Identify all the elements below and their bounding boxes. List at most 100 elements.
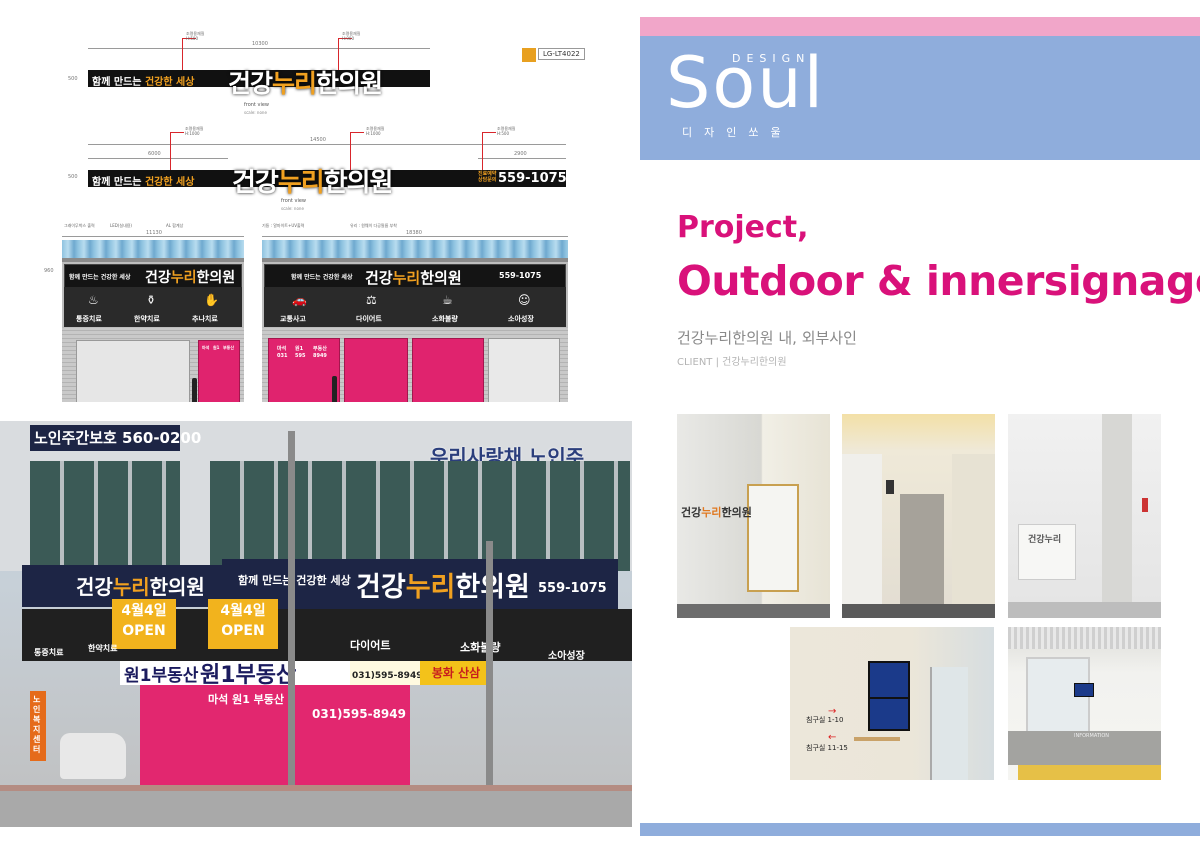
shop-phone: 031)595-8949 bbox=[352, 671, 423, 681]
building-windows bbox=[210, 461, 630, 571]
sign-name-part: 한의원 bbox=[323, 168, 394, 198]
facade-glass bbox=[262, 240, 568, 258]
panel-text: 원1 bbox=[213, 345, 220, 350]
panel-text: 부동산 bbox=[223, 345, 235, 350]
leader-note: H:500 bbox=[497, 131, 509, 136]
arrow-right-icon: → bbox=[828, 706, 837, 717]
window bbox=[1026, 657, 1090, 741]
wall-shelf bbox=[854, 737, 900, 741]
interior-photo-information: INFORMATION bbox=[1008, 627, 1161, 780]
leader-line bbox=[482, 132, 496, 133]
service-label: 다이어트 bbox=[356, 315, 382, 323]
sign-phone-caption: 진료예약 상담문의 bbox=[478, 171, 496, 183]
dimension-line bbox=[88, 48, 430, 49]
utility-pole bbox=[486, 541, 493, 803]
facade-left: 함께 만드는 건강한 세상 건강누리한의원 ♨ ⚱ ✋ 통증치료 한약치료 추나… bbox=[62, 240, 244, 402]
road bbox=[0, 791, 632, 827]
view-scale: scale: none bbox=[281, 206, 304, 211]
facade-slogan: 함께 만드는 건강한 세상 bbox=[69, 272, 130, 281]
leader-line bbox=[170, 132, 171, 172]
sign-name-part: 한의원 bbox=[316, 69, 383, 98]
facade-slogan: 함께 만드는 건강한 세상 bbox=[291, 272, 352, 281]
service-label: 다이어트 bbox=[350, 639, 391, 652]
dimension-height: 500 bbox=[68, 174, 78, 180]
direction-sign-icon bbox=[1142, 498, 1148, 512]
leader-note: H:900 bbox=[342, 36, 354, 41]
service-label: 한약치료 bbox=[88, 644, 118, 653]
interior-photo-directory: 침구실 1-10 침구실 11-15 → ← bbox=[790, 627, 994, 780]
facade-note: LED(실내용) bbox=[110, 223, 132, 228]
desk-label: INFORMATION bbox=[1074, 733, 1110, 739]
ceiling-louver bbox=[1008, 627, 1161, 649]
project-title-line2: Outdoor & innersignage bbox=[677, 257, 1200, 305]
phone-caption-line: 상담문의 bbox=[478, 177, 497, 183]
child-growth-icon: ☺ bbox=[518, 293, 531, 307]
facade-cornice bbox=[62, 258, 244, 262]
dimension-line bbox=[62, 236, 244, 237]
facade-sign: 함께 만드는 건강한 세상 건강누리한의원 bbox=[64, 264, 242, 288]
monitor bbox=[868, 697, 910, 731]
diet-icon: ⚖ bbox=[366, 293, 377, 307]
directory-line: 침구실 1-10 bbox=[806, 716, 844, 724]
rooftop-sign-text: 노인주간보호 560-0200 bbox=[34, 429, 202, 447]
facade-note: 기둥 : 알마이트+UV출력 bbox=[262, 223, 305, 228]
panel-text: 마석 bbox=[202, 345, 210, 350]
sign-slogan-prefix: 함께 만드는 bbox=[92, 177, 145, 188]
name-part: 건강 bbox=[76, 575, 113, 599]
massage-icon: ♨ bbox=[88, 293, 99, 307]
service-label: 추나치료 bbox=[192, 315, 218, 323]
name-part: 한의원 bbox=[149, 575, 205, 599]
arrow-left-icon: ← bbox=[828, 732, 837, 743]
facade-service-band: 🚗 ⚖ ☕ ☺ 교통사고 다이어트 소화불량 소아성장 bbox=[264, 287, 566, 327]
service-label: 교통사고 bbox=[280, 315, 306, 323]
dimension-line bbox=[88, 144, 566, 145]
project-client: CLIENT | 건강누리한의원 bbox=[677, 357, 787, 368]
shop-name: 마석 원1 부동산 bbox=[208, 693, 285, 706]
pink-window-panel: 마석 원1 부동산 bbox=[198, 340, 240, 402]
realty-sign-text: 원1부동산 bbox=[124, 666, 199, 686]
room-plate-icon bbox=[886, 480, 894, 494]
wall-sign-part: 건강 bbox=[681, 506, 702, 519]
floor bbox=[842, 604, 995, 618]
facade-name-part: 한의원 bbox=[420, 269, 462, 287]
glass-door bbox=[747, 484, 799, 592]
facade-slogan-bold: 건강한 세상 bbox=[322, 274, 353, 281]
facade-slogan-prefix: 함께 만드는 bbox=[291, 274, 323, 281]
material-code-badge: LG-LT4022 bbox=[538, 48, 585, 60]
pink-window-panel: 마석 원1 부동산 031 595 8949 bbox=[268, 338, 340, 402]
chiropractic-icon: ✋ bbox=[204, 293, 219, 307]
person-silhouette bbox=[332, 376, 337, 402]
facade-right: 함께 만드는 건강한 세상 건강누리한의원 559-1075 🚗 ⚖ ☕ ☺ 교… bbox=[262, 240, 568, 402]
view-caption: front view bbox=[244, 102, 269, 108]
left-page: 10300 조명용재질 H:500 조명용재질 H:900 500 LG-LT4… bbox=[0, 0, 632, 849]
right-page: DESIGN Soul 디자인쏘울 Project, Outdoor & inn… bbox=[632, 0, 1200, 849]
leader-note: H:1000 bbox=[366, 131, 381, 136]
yellow-seating bbox=[1018, 765, 1161, 780]
sign-slogan: 함께 만드는 건강한 세상 bbox=[92, 73, 194, 88]
service-label: 통증치료 bbox=[76, 315, 102, 323]
dimension-right: 2900 bbox=[514, 151, 527, 157]
project-title-line1: Project, bbox=[677, 210, 809, 245]
floor bbox=[1008, 602, 1161, 618]
pink-window-panel bbox=[344, 338, 408, 402]
dimension-total: 10300 bbox=[252, 41, 268, 47]
sign-slogan: 함께 만드는 건강한 세상 bbox=[92, 173, 194, 188]
facade-note: AL 합계상 bbox=[166, 223, 184, 228]
car-accident-icon: 🚗 bbox=[292, 293, 307, 307]
view-scale: scale: none bbox=[244, 110, 267, 115]
monitor bbox=[868, 661, 910, 699]
slogan-bold: 건강한 세상 bbox=[296, 574, 351, 587]
opening-banner: 4월4일 OPEN bbox=[112, 599, 176, 649]
dimension-line bbox=[262, 236, 568, 237]
facade-clinic-name: 건강누리한의원 bbox=[145, 267, 235, 287]
service-label: 소아성장 bbox=[548, 651, 585, 662]
nursing-sign-text: 노인복지센터 bbox=[33, 695, 41, 754]
main-clinic-name: 건강누리한의원 bbox=[356, 565, 530, 604]
service-label: 소화불량 bbox=[460, 641, 501, 654]
name-highlight: 누리 bbox=[405, 572, 456, 603]
shop-entrance bbox=[488, 338, 560, 402]
dimension-left: 6000 bbox=[148, 151, 161, 157]
footer-blue-bar bbox=[640, 823, 1200, 836]
header-pink-strip bbox=[640, 17, 1200, 36]
storefront-photo: 노인주간보호 560-0200 우리사랑채 노인주 건강누리한의원 함께 만드는… bbox=[0, 421, 632, 827]
